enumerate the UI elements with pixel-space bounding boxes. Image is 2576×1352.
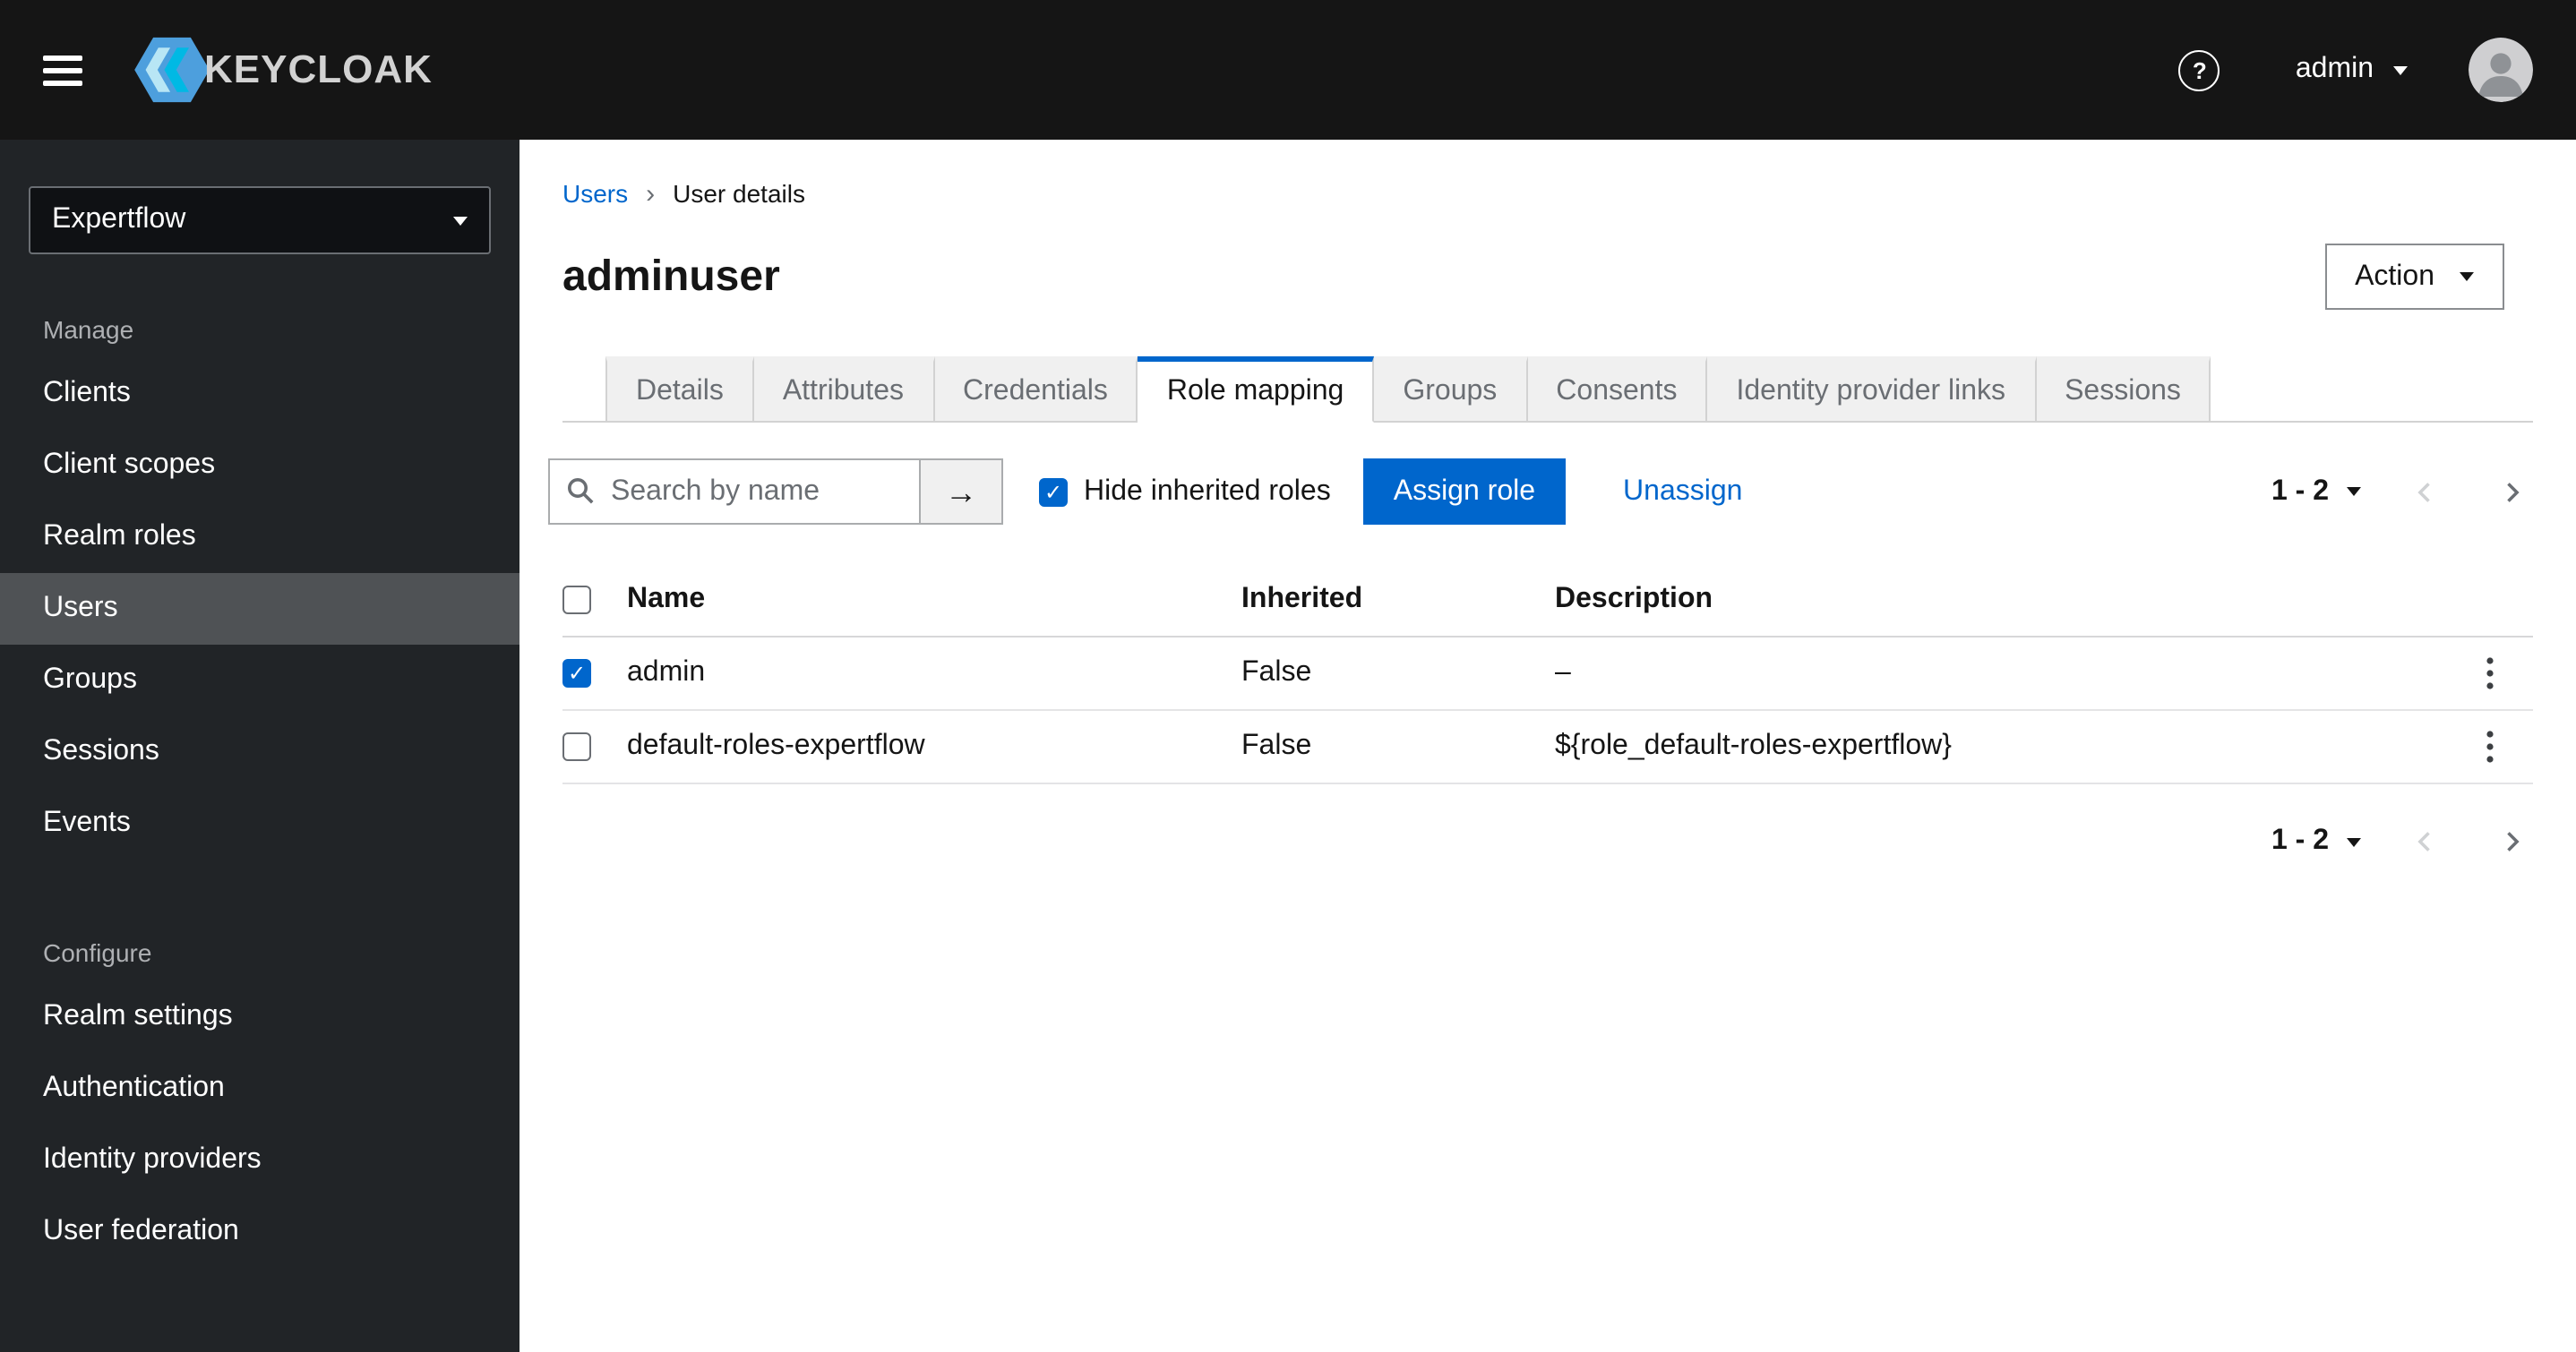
sidebar-item-users[interactable]: Users	[0, 573, 519, 645]
tab-attributes[interactable]: Attributes	[753, 356, 934, 423]
chevron-down-icon	[453, 216, 468, 225]
sidebar-item-sessions[interactable]: Sessions	[0, 716, 519, 788]
tab-details[interactable]: Details	[605, 356, 754, 423]
tab-sessions[interactable]: Sessions	[2036, 356, 2211, 423]
role-inherited: False	[1241, 731, 1312, 761]
hide-inherited-checkbox[interactable]	[1039, 477, 1068, 506]
keycloak-admin-console: KEYCLOAK ? admin Expertflow Manage Clien…	[0, 0, 2576, 1352]
column-header-name: Name	[627, 584, 706, 614]
main-content: Users › User details adminuser Action De…	[519, 140, 2576, 1352]
hide-inherited-label: Hide inherited roles	[1084, 475, 1331, 506]
unassign-link[interactable]: Unassign	[1623, 475, 1742, 508]
tab-identity-provider-links[interactable]: Identity provider links	[1707, 356, 2037, 423]
pagination-next-button[interactable]	[2490, 470, 2533, 513]
menu-toggle-button[interactable]	[43, 55, 82, 85]
role-description: ${role_default-roles-expertflow}	[1555, 731, 1952, 761]
bottom-pagination-bar: 1 - 2	[562, 820, 2533, 863]
column-header-inherited: Inherited	[1241, 584, 1363, 614]
sidebar-item-authentication[interactable]: Authentication	[0, 1053, 519, 1125]
sidebar-item-events[interactable]: Events	[0, 788, 519, 860]
pagination-dropdown-button[interactable]: 1 - 2	[2271, 826, 2361, 858]
role-inherited: False	[1241, 657, 1312, 688]
realm-selector[interactable]: Expertflow	[29, 186, 491, 254]
tab-groups[interactable]: Groups	[1374, 356, 1528, 423]
sidebar-item-client-scopes[interactable]: Client scopes	[0, 430, 519, 501]
hamburger-icon	[43, 55, 82, 85]
kebab-menu-button[interactable]	[2472, 652, 2508, 695]
nav-section-title: Manage	[43, 315, 134, 344]
help-icon[interactable]: ?	[2178, 49, 2220, 90]
breadcrumb: Users › User details	[562, 179, 2533, 208]
pagination-range: 1 - 2	[2271, 826, 2329, 856]
role-mapping-table: Name Inherited Description admin False –	[562, 564, 2533, 784]
sidebar-item-realm-roles[interactable]: Realm roles	[0, 501, 519, 573]
avatar[interactable]	[2469, 38, 2533, 102]
pagination-dropdown-button[interactable]: 1 - 2	[2271, 475, 2361, 508]
search-input[interactable]	[548, 458, 919, 525]
table-row: default-roles-expertflow False ${role_de…	[562, 711, 2533, 784]
help-glyph: ?	[2192, 56, 2207, 83]
tab-role-mapping[interactable]: Role mapping	[1138, 356, 1375, 423]
select-all-checkbox[interactable]	[562, 586, 591, 614]
chevron-down-icon	[2460, 272, 2474, 281]
sidebar-item-user-federation[interactable]: User federation	[0, 1196, 519, 1268]
pagination-top: 1 - 2	[2271, 470, 2533, 513]
breadcrumb-separator-icon: ›	[646, 178, 656, 209]
keycloak-logo: KEYCLOAK	[133, 36, 433, 104]
nav-section-configure: Configure Realm settings Authentication …	[0, 938, 519, 1268]
masthead: KEYCLOAK ? admin	[0, 0, 2576, 140]
breadcrumb-link-users[interactable]: Users	[562, 179, 628, 208]
username: admin	[2295, 54, 2374, 84]
tab-credentials[interactable]: Credentials	[934, 356, 1138, 423]
sidebar-item-groups[interactable]: Groups	[0, 645, 519, 716]
nav-section-manage: Manage Clients Client scopes Realm roles…	[0, 315, 519, 860]
breadcrumb-current: User details	[673, 179, 805, 208]
action-dropdown-button[interactable]: Action	[2324, 244, 2504, 310]
search-submit-button[interactable]: →	[919, 458, 1003, 525]
page-title: adminuser	[562, 252, 780, 300]
chevron-down-icon	[2347, 837, 2361, 846]
pagination-prev-button[interactable]	[2404, 820, 2447, 863]
role-name: admin	[627, 657, 706, 688]
table-row: admin False –	[562, 637, 2533, 711]
search-icon	[566, 476, 595, 505]
keycloak-logo-icon	[133, 36, 211, 104]
user-menu-button[interactable]: admin	[2296, 54, 2408, 86]
tab-bar: Details Attributes Credentials Role mapp…	[562, 356, 2533, 423]
role-description: –	[1555, 657, 1571, 688]
row-checkbox[interactable]	[562, 732, 591, 761]
kebab-menu-button[interactable]	[2472, 725, 2508, 768]
nav-section-title: Configure	[43, 938, 152, 967]
pagination-prev-button[interactable]	[2404, 470, 2447, 513]
table-header-row: Name Inherited Description	[562, 564, 2533, 637]
chevron-down-icon	[2347, 487, 2361, 496]
action-label: Action	[2355, 261, 2434, 291]
role-name: default-roles-expertflow	[627, 731, 925, 761]
page-header: adminuser Action	[562, 244, 2533, 310]
sidebar: Expertflow Manage Clients Client scopes …	[0, 140, 519, 1352]
row-checkbox[interactable]	[562, 659, 591, 688]
search-group: →	[548, 458, 1003, 525]
toolbar: → Hide inherited roles Assign role Unass…	[548, 458, 2533, 525]
arrow-right-icon: →	[945, 474, 977, 509]
assign-role-button[interactable]: Assign role	[1362, 458, 1567, 525]
pagination-bottom: 1 - 2	[2271, 820, 2533, 863]
sidebar-item-identity-providers[interactable]: Identity providers	[0, 1125, 519, 1196]
sidebar-item-clients[interactable]: Clients	[0, 358, 519, 430]
tab-consents[interactable]: Consents	[1527, 356, 1708, 423]
sidebar-item-realm-settings[interactable]: Realm settings	[0, 981, 519, 1053]
column-header-description: Description	[1555, 584, 1713, 614]
realm-name: Expertflow	[52, 204, 186, 235]
pagination-next-button[interactable]	[2490, 820, 2533, 863]
pagination-range: 1 - 2	[2271, 475, 2329, 506]
chevron-down-icon	[2393, 65, 2408, 74]
hide-inherited-toggle: Hide inherited roles	[1039, 475, 1331, 508]
brand-name: KEYCLOAK	[204, 47, 433, 91]
